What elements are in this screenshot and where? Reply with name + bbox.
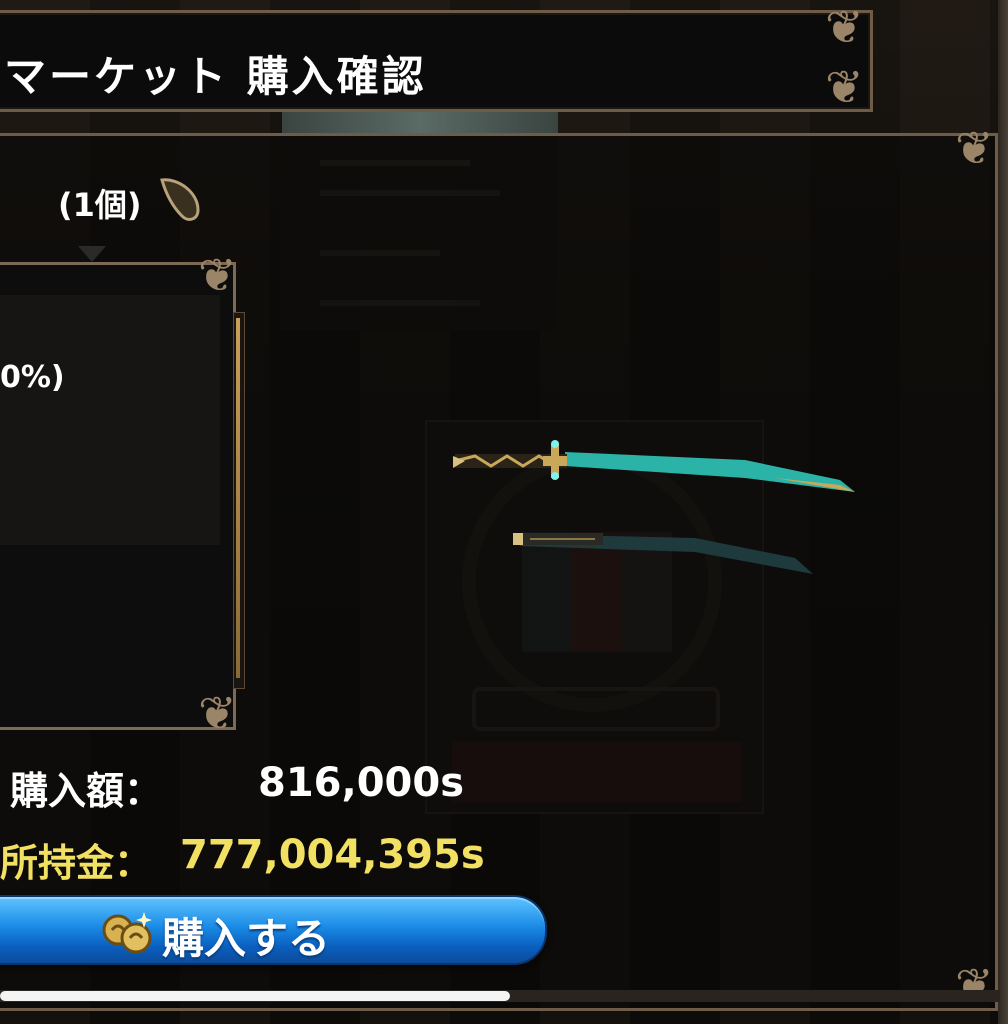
coins-icon [102,912,152,954]
seed-icon [160,178,200,221]
money-label: 所持金： [0,841,153,885]
quantity-label: (1個) [58,186,142,224]
price-value: 816,000s [258,760,464,806]
corner-ornament-icon: ❦ [198,248,237,302]
item-preview-swords [453,440,855,574]
screen-edge [998,0,1008,1024]
buy-button-label[interactable]: 購入する [162,905,330,966]
price-label: 購入額： [10,769,163,813]
speech-pointer [78,246,106,262]
corner-ornament-icon: ❦ [198,686,237,740]
page-title: マーケット 購入確認 [4,52,427,101]
description-text: 0%) [0,360,65,395]
title-bar: マーケット 購入確認 [0,10,873,112]
scrollbar-thumb[interactable] [236,318,240,678]
item-description-box [0,262,236,730]
corner-ornament-icon: ❦ [825,60,864,114]
corner-ornament-icon: ❦ [825,0,864,54]
corner-ornament-icon: ❦ [955,121,994,175]
progress-fill [0,991,510,1001]
money-value: 777,004,395s [180,832,485,878]
